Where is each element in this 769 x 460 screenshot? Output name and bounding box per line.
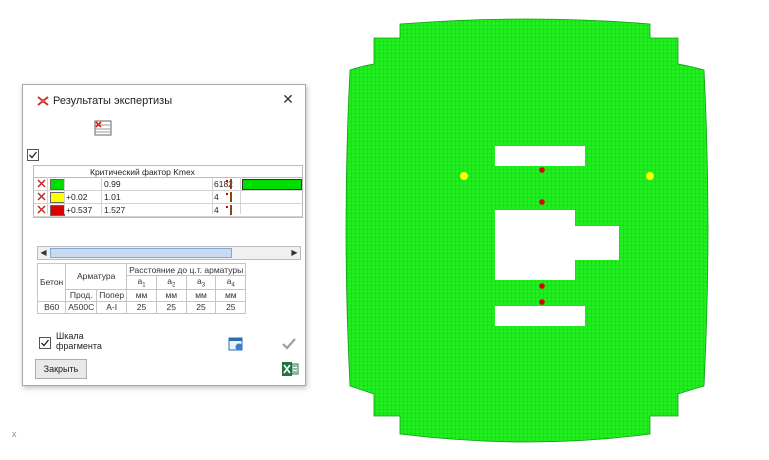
a1-value[interactable]: 25 — [126, 300, 157, 314]
opening-center — [495, 210, 575, 280]
range-to: 1.01 — [104, 192, 121, 202]
app-icon — [37, 96, 49, 106]
opening-bottom — [495, 306, 585, 326]
toggle-icon[interactable] — [37, 205, 46, 214]
factor-grid: Критический фактор Kmex 0.99 6182 +0.02 1.0… — [33, 165, 303, 218]
yellow-point[interactable] — [646, 172, 654, 180]
red-point[interactable] — [539, 199, 545, 205]
horizontal-scrollbar[interactable]: ◀ ▶ — [37, 246, 301, 260]
a1-header: a1 — [126, 275, 157, 290]
range-from: +0.537 — [66, 205, 93, 215]
beton-header: Бетон — [36, 263, 67, 302]
grid-header: Критический фактор Kmex — [34, 166, 302, 178]
scroll-thumb[interactable] — [50, 248, 232, 258]
prod-value[interactable]: A500C — [65, 300, 98, 314]
unit-a4: мм — [215, 288, 247, 302]
range-from: +0.02 — [66, 192, 88, 202]
toggle-icon[interactable] — [37, 179, 46, 188]
expertise-results-dialog: Результаты экспертизы ✕ Критический факт… — [22, 84, 306, 386]
a2-header: a2 — [155, 275, 187, 290]
list-item[interactable]: 0.99 6182 — [34, 178, 302, 191]
toggle-icon[interactable] — [37, 192, 46, 201]
scale-checkbox[interactable] — [39, 337, 51, 349]
poper-header: Попер — [96, 288, 128, 302]
scroll-left-icon[interactable]: ◀ — [38, 247, 49, 259]
marker-icon — [226, 179, 232, 189]
list-item[interactable]: +0.537 1.527 4 — [34, 204, 302, 217]
dialog-title: Результаты экспертизы — [53, 95, 173, 107]
reinforcement-table: Бетон Арматура Расстояние до ц.т. армату… — [36, 263, 247, 314]
a3-header: a3 — [185, 275, 217, 290]
red-point[interactable] — [539, 299, 545, 305]
dialog-titlebar[interactable]: Результаты экспертизы ✕ — [23, 85, 305, 115]
unit-a2: мм — [155, 288, 187, 302]
a2-value[interactable]: 25 — [155, 300, 187, 314]
scale-label: Шкала фрагмента — [56, 331, 102, 351]
red-point[interactable] — [539, 167, 545, 173]
close-icon[interactable]: ✕ — [280, 91, 296, 107]
distance-header: Расстояние до ц.т. арматуры — [126, 263, 247, 276]
opening-top — [495, 146, 585, 166]
beton-value[interactable]: B60 — [36, 300, 67, 314]
table-row[interactable]: B60 A500C A-I 25 25 25 25 — [36, 300, 247, 314]
unit-a1: мм — [126, 288, 157, 302]
color-swatch[interactable] — [50, 205, 65, 216]
a3-value[interactable]: 25 — [185, 300, 217, 314]
range-to: 0.99 — [104, 179, 121, 189]
element-count: 4 — [214, 205, 219, 215]
color-swatch[interactable] — [50, 192, 65, 203]
a4-value[interactable]: 25 — [215, 300, 247, 314]
export-xls-icon[interactable] — [281, 360, 299, 378]
scroll-right-icon[interactable]: ▶ — [289, 247, 300, 259]
main-checkbox[interactable] — [27, 149, 39, 161]
count-bar — [242, 179, 302, 190]
apply-check-icon[interactable] — [280, 335, 298, 353]
close-button[interactable]: Закрыть — [35, 359, 87, 379]
unit-a3: мм — [185, 288, 217, 302]
poper-value[interactable]: A-I — [96, 300, 128, 314]
range-to: 1.527 — [104, 205, 126, 215]
opening-center-notch — [575, 226, 619, 260]
color-swatch[interactable] — [50, 179, 65, 190]
yellow-point[interactable] — [460, 172, 468, 180]
fe-mesh-plot[interactable] — [340, 6, 720, 458]
list-item[interactable]: +0.02 1.01 4 — [34, 191, 302, 204]
marker-icon — [226, 205, 232, 215]
window-icon[interactable] — [227, 335, 245, 353]
a4-header: a4 — [215, 275, 247, 290]
armatura-header: Арматура — [65, 263, 128, 290]
grid-settings-icon[interactable] — [93, 119, 113, 137]
marker-icon — [226, 192, 232, 202]
red-point[interactable] — [539, 283, 545, 289]
prod-header: Прод. — [65, 288, 98, 302]
element-count: 4 — [214, 192, 219, 202]
canvas-marker: x — [12, 429, 17, 439]
